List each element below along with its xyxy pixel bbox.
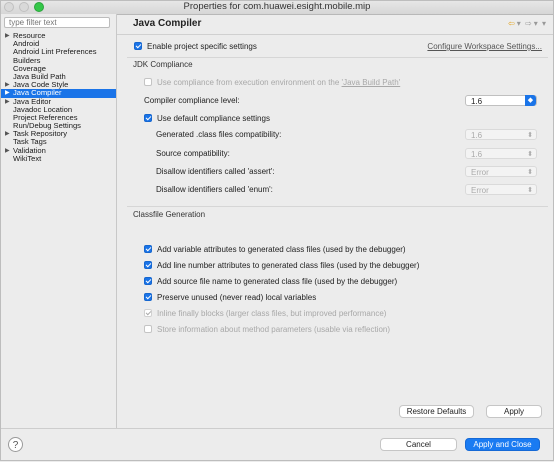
apply-and-close-button[interactable]: Apply and Close xyxy=(465,438,540,451)
filter-input[interactable] xyxy=(4,17,110,28)
assert-value: Error xyxy=(471,168,489,177)
assert-select[interactable]: Error ⬍ xyxy=(465,166,537,177)
page-title: Java Compiler xyxy=(133,18,202,29)
window-titlebar: Properties for com.huawei.esight.mobile.… xyxy=(0,0,554,15)
use-env-label: Use compliance from execution environmen… xyxy=(157,78,342,87)
window-title: Properties for com.huawei.esight.mobile.… xyxy=(183,1,371,12)
sidebar-tree: ▶ Resource Android Android Lint Preferences… xyxy=(0,31,116,163)
checkbox-checked-icon[interactable] xyxy=(134,42,142,50)
checkbox-checked-icon[interactable] xyxy=(144,245,152,253)
back-arrow-icon[interactable]: ⇦ xyxy=(508,19,515,28)
enum-select[interactable]: Error ⬍ xyxy=(465,184,537,195)
select-chevron-icon: ⬍ xyxy=(527,132,533,139)
checkbox-checked-icon[interactable] xyxy=(144,261,152,269)
expand-arrow-icon[interactable]: ▶ xyxy=(5,98,10,106)
main-panel: Java Compiler ⇦ ▾ ⇨ ▾ ▾ Enable project spe… xyxy=(117,14,554,428)
classfile-option-checkbox[interactable]: Add line number attributes to generated … xyxy=(144,261,419,270)
select-chevron-icon: ◆ xyxy=(525,95,536,106)
source-compat-value: 1.6 xyxy=(471,150,483,159)
expand-arrow-icon[interactable]: ▶ xyxy=(5,147,10,155)
classfile-option-label: Add variable attributes to generated cla… xyxy=(157,245,406,254)
enum-value: Error xyxy=(471,186,489,195)
classfile-option-checkbox[interactable]: Add variable attributes to generated cla… xyxy=(144,245,406,254)
class-compat-value: 1.6 xyxy=(471,131,483,140)
forward-arrow-icon[interactable]: ⇨ xyxy=(525,19,532,28)
classfile-option-checkbox[interactable]: Store information about method parameter… xyxy=(144,325,390,334)
class-compat-select[interactable]: 1.6 ⬍ xyxy=(465,129,537,140)
cancel-button[interactable]: Cancel xyxy=(380,438,457,451)
page-nav: ⇦ ▾ ⇨ ▾ ▾ xyxy=(506,19,546,28)
assert-label: Disallow identifiers called 'assert': xyxy=(156,167,275,176)
use-default-compliance-checkbox[interactable]: Use default compliance settings xyxy=(144,114,270,123)
source-compat-label: Source compatibility: xyxy=(156,149,230,158)
jdk-section-title: JDK Compliance xyxy=(133,60,193,69)
enum-label: Disallow identifiers called 'enum': xyxy=(156,185,273,194)
enable-specific-label: Enable project specific settings xyxy=(147,42,257,51)
divider xyxy=(127,206,548,207)
restore-defaults-button[interactable]: Restore Defaults xyxy=(399,405,474,418)
classfile-option-checkbox[interactable]: Preserve unused (never read) local varia… xyxy=(144,293,316,302)
divider xyxy=(127,57,548,58)
forward-menu-chevron-icon[interactable]: ▾ xyxy=(534,19,538,28)
sidebar-item[interactable]: WikiText xyxy=(0,153,116,163)
classfile-option-label: Store information about method parameter… xyxy=(157,325,391,334)
use-default-label: Use default compliance settings xyxy=(157,114,270,123)
configure-workspace-link[interactable]: Configure Workspace Settings... xyxy=(427,42,542,51)
java-build-path-link[interactable]: 'Java Build Path' xyxy=(342,78,401,87)
compliance-level-label: Compiler compliance level: xyxy=(144,96,240,105)
help-icon[interactable]: ? xyxy=(8,437,23,452)
expand-arrow-icon[interactable]: ▶ xyxy=(5,130,10,138)
sidebar: ▶ResourceAndroidAndroid Lint Preferences… xyxy=(0,14,117,428)
classfile-option-label: Add line number attributes to generated … xyxy=(157,261,420,270)
compliance-level-select[interactable]: 1.6 ◆ xyxy=(465,95,537,106)
source-compat-select[interactable]: 1.6 ⬍ xyxy=(465,148,537,159)
compliance-level-value: 1.6 xyxy=(471,97,483,106)
classfile-section-title: Classfile Generation xyxy=(133,210,206,219)
select-chevron-icon: ⬍ xyxy=(527,151,533,158)
select-chevron-icon: ⬍ xyxy=(527,169,533,176)
checkbox-checked-icon[interactable] xyxy=(144,293,152,301)
classfile-option-checkbox[interactable]: Add source file name to generated class … xyxy=(144,277,397,286)
expand-arrow-icon[interactable]: ▶ xyxy=(5,81,10,89)
checkbox-checked-icon[interactable] xyxy=(144,114,152,122)
classfile-option-checkbox[interactable]: Inline finally blocks (larger class file… xyxy=(144,309,386,318)
sidebar-item-label: WikiText xyxy=(13,153,42,163)
page-header: Java Compiler ⇦ ▾ ⇨ ▾ ▾ xyxy=(117,14,554,35)
select-chevron-icon: ⬍ xyxy=(527,187,533,194)
classfile-option-label: Add source file name to generated class … xyxy=(157,277,398,286)
enable-specific-checkbox[interactable]: Enable project specific settings xyxy=(134,42,257,51)
classfile-option-label: Preserve unused (never read) local varia… xyxy=(157,293,317,302)
use-env-compliance-checkbox[interactable]: Use compliance from execution environmen… xyxy=(144,78,400,87)
checkbox-checked-icon[interactable] xyxy=(144,277,152,285)
expand-arrow-icon[interactable]: ▶ xyxy=(5,89,10,97)
checkbox-unchecked-icon[interactable] xyxy=(144,325,152,333)
checkbox-unchecked-icon[interactable] xyxy=(144,78,152,86)
checkbox-checked-icon[interactable] xyxy=(144,309,152,317)
classfile-option-label: Inline finally blocks (larger class file… xyxy=(157,309,387,318)
back-menu-chevron-icon[interactable]: ▾ xyxy=(517,19,521,28)
view-menu-icon[interactable]: ▾ xyxy=(542,19,546,28)
dialog-footer: ? Cancel Apply and Close xyxy=(0,428,554,462)
class-compat-label: Generated .class files compatibility: xyxy=(156,130,282,139)
expand-arrow-icon[interactable]: ▶ xyxy=(5,32,10,40)
apply-button[interactable]: Apply xyxy=(486,405,542,418)
